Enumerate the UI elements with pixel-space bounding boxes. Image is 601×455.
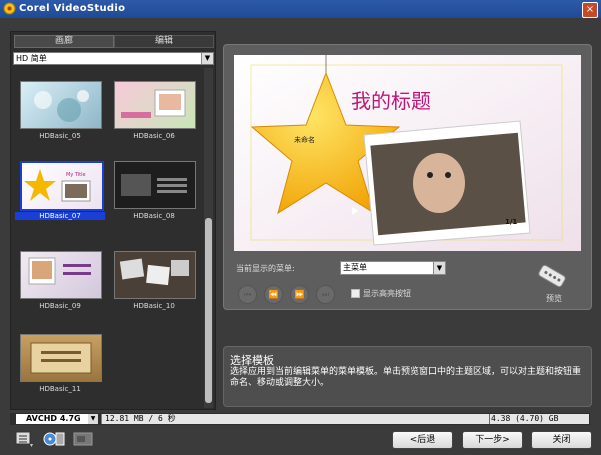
previous-page-button[interactable]: ⏪: [264, 285, 283, 304]
description-panel: 选择模板 选择应用到当前编辑菜单的菜单模板。单击预览窗口中的主题区域，可以对主题…: [223, 346, 592, 407]
menu-list-icon[interactable]: [14, 430, 34, 448]
close-window-button[interactable]: ×: [582, 2, 598, 18]
tab-gallery[interactable]: 画廊: [14, 35, 114, 48]
template-thumbnail[interactable]: [20, 81, 102, 129]
title-bar: Corel VideoStudio ×: [0, 0, 601, 18]
window-title: Corel VideoStudio: [19, 3, 126, 14]
description-title: 选择模板: [230, 354, 274, 367]
gallery-scrollbar[interactable]: [204, 68, 213, 408]
disc-type-select[interactable]: AVCHD 4.7G ▼: [16, 414, 98, 424]
next-button[interactable]: 下一步>: [462, 431, 523, 449]
template-preview-graphic: [34, 90, 89, 122]
category-select-value: HD 简单: [16, 54, 47, 63]
capacity-marker: [489, 414, 490, 424]
last-page-button[interactable]: ⏭: [316, 285, 335, 304]
current-menu-label: 当前显示的菜单:: [236, 264, 295, 273]
template-label: HDBasic_05: [39, 132, 81, 140]
checkbox-icon[interactable]: [351, 289, 360, 298]
template-thumbnail[interactable]: [114, 161, 196, 209]
template-thumbnail[interactable]: [20, 334, 102, 382]
svg-text:My Title: My Title: [66, 172, 86, 178]
gallery-panel: 画廊 编辑 HD 简单 ▼ HDBasic_05 HDBasic_06 My T…: [10, 31, 216, 410]
template-preview-graphic: [30, 342, 92, 374]
template-label: HDBasic_11: [39, 385, 81, 393]
remote-control-icon[interactable]: [535, 261, 569, 291]
scrollbar-thumb[interactable]: [205, 218, 212, 403]
chevron-down-icon[interactable]: ▼: [88, 414, 98, 424]
template-preview-graphic: [28, 257, 91, 285]
template-preview-graphic: [121, 89, 186, 118]
template-thumbnail[interactable]: [114, 251, 196, 299]
preview-panel: 我的标题 未命名 1/1 当前显示的菜单: 主菜单 ▼ ⏮ ⏪ ⏩ ⏭ 显示高亮…: [223, 44, 592, 310]
template-label: HDBasic_10: [133, 302, 175, 310]
close-button[interactable]: 关闭: [531, 431, 592, 449]
first-page-button[interactable]: ⏮: [238, 285, 257, 304]
show-highlight-label: 显示高亮按钮: [363, 289, 411, 298]
template-preview-graphic: [119, 258, 189, 286]
current-menu-value: 主菜单: [343, 263, 367, 272]
template-preview-graphic: My Title: [24, 169, 91, 202]
template-thumbnail-selected[interactable]: My Title: [20, 161, 104, 211]
app-logo-icon: [3, 2, 16, 15]
disc-usage-fill: [101, 414, 103, 424]
current-menu-select[interactable]: 主菜单 ▼: [340, 261, 446, 275]
used-size-text: 12.81 MB / 6 秒: [105, 414, 176, 423]
menu-title-text[interactable]: 我的标题: [351, 85, 431, 114]
disc-settings-icon[interactable]: [42, 430, 66, 448]
template-label: HDBasic_08: [133, 212, 175, 220]
tab-edit[interactable]: 编辑: [114, 35, 214, 48]
template-label-selected: HDBasic_07: [15, 212, 105, 220]
back-button[interactable]: <后退: [392, 431, 453, 449]
untitled-button-text[interactable]: 未命名: [294, 135, 315, 145]
menu-preview[interactable]: 我的标题 未命名 1/1: [234, 55, 581, 251]
template-preview-graphic: [121, 174, 187, 196]
status-bar: AVCHD 4.7G ▼ 12.81 MB / 6 秒 4.38 (4.70) …: [10, 413, 590, 425]
chevron-down-icon[interactable]: ▼: [201, 53, 213, 64]
disc-usage-bar: 12.81 MB / 6 秒 4.38 (4.70) GB: [101, 414, 589, 424]
output-icon: [73, 432, 93, 446]
show-highlight-checkbox[interactable]: 显示高亮按钮: [351, 288, 411, 299]
category-select[interactable]: HD 简单 ▼: [13, 52, 214, 65]
template-label: HDBasic_06: [133, 132, 175, 140]
next-page-button[interactable]: ⏩: [290, 285, 309, 304]
template-label: HDBasic_09: [39, 302, 81, 310]
disc-capacity-text: 4.38 (4.70) GB: [491, 414, 559, 423]
template-thumbnail[interactable]: [114, 81, 196, 129]
chevron-down-icon[interactable]: ▼: [433, 262, 445, 274]
template-gallery: HDBasic_05 HDBasic_06 My Title HDBasic_0…: [11, 68, 201, 409]
preview-label[interactable]: 预览: [546, 293, 562, 304]
page-number: 1/1: [505, 218, 518, 226]
disc-type-value: AVCHD 4.7G: [26, 414, 81, 423]
description-text: 选择应用到当前编辑菜单的菜单模板。单击预览窗口中的主题区域，可以对主题和按钮重命…: [230, 367, 582, 388]
template-thumbnail[interactable]: [20, 251, 102, 299]
